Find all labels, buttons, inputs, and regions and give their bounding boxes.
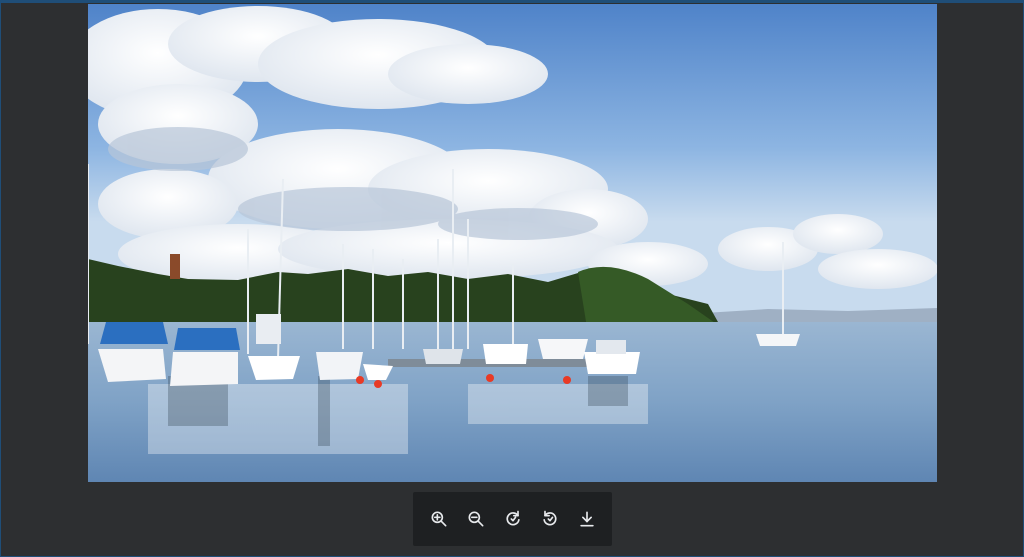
zoom-out-button[interactable] (462, 505, 490, 533)
rotate-right-button[interactable] (499, 505, 527, 533)
rotate-right-icon (505, 510, 520, 526)
image-toolbar (413, 492, 612, 546)
download-icon (579, 511, 594, 527)
rotate-left-button[interactable] (536, 505, 564, 533)
zoom-in-icon (431, 511, 446, 527)
zoom-in-button[interactable] (425, 505, 453, 533)
rotate-left-icon (542, 510, 557, 526)
zoom-out-icon (468, 511, 483, 527)
image-viewer[interactable] (88, 4, 937, 482)
download-button[interactable] (573, 505, 601, 533)
harbor-photo (88, 4, 937, 482)
